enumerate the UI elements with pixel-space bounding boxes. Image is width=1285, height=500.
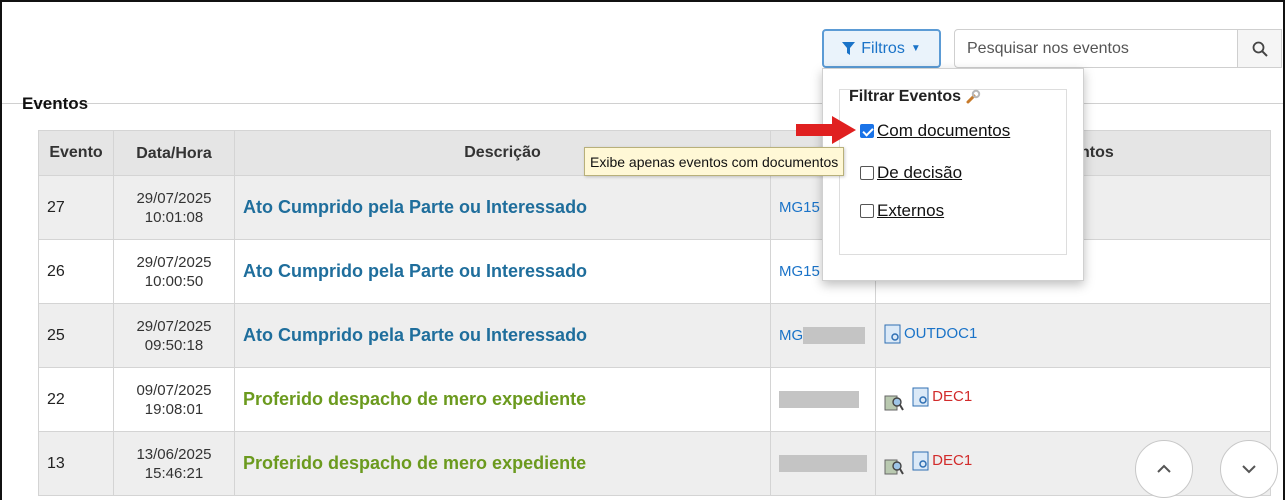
search-input[interactable]: Pesquisar nos eventos [954, 29, 1238, 68]
events-table: Evento Data/Hora Descrição ntos 27 29/07… [38, 130, 1271, 496]
filtros-label: Filtros [861, 39, 905, 57]
event-description-link[interactable]: Ato Cumprido pela Parte ou Interessado [234, 239, 771, 304]
scroll-up-button[interactable] [1135, 440, 1193, 498]
filter-option-com-documentos[interactable]: Com documentos [860, 121, 1010, 141]
scroll-down-button[interactable] [1220, 440, 1278, 498]
document-icon [912, 451, 929, 471]
cell-evento: 27 [38, 175, 114, 240]
wrench-icon [966, 89, 981, 104]
section-title: Eventos [22, 94, 89, 113]
document-link[interactable]: DEC1 [912, 387, 972, 407]
filter-option-de-decisao[interactable]: De decisão [860, 163, 962, 183]
header-data-hora[interactable]: Data/Hora [113, 130, 235, 176]
event-description-link[interactable]: Ato Cumprido pela Parte ou Interessado [234, 175, 771, 240]
header-evento[interactable]: Evento [38, 130, 114, 176]
magnifier-document-icon[interactable] [884, 458, 904, 476]
table-row[interactable]: 25 29/07/2025 09:50:18 Ato Cumprido pela … [38, 303, 1271, 368]
chevron-up-icon [1157, 464, 1171, 473]
user-link[interactable]: MG [779, 327, 803, 344]
document-link[interactable]: OUTDOC1 [884, 324, 977, 344]
chevron-down-icon [1242, 465, 1256, 474]
cell-evento: 26 [38, 239, 114, 304]
cell-data-hora: 13/06/2025 15:46:21 [113, 431, 235, 496]
search-placeholder: Pesquisar nos eventos [967, 39, 1129, 57]
cell-documentos: OUTDOC1 [875, 303, 1271, 368]
event-description-link[interactable]: Proferido despacho de mero expediente [234, 431, 771, 496]
cell-data-hora: 29/07/2025 09:50:18 [113, 303, 235, 368]
search-icon [1252, 41, 1268, 57]
event-description-link[interactable]: Proferido despacho de mero expediente [234, 367, 771, 432]
checkbox-checked[interactable] [860, 124, 874, 138]
table-row[interactable]: 22 09/07/2025 19:08:01 Proferido despacho… [38, 367, 1271, 432]
cell-evento: 13 [38, 431, 114, 496]
checkbox-unchecked[interactable] [860, 166, 874, 180]
filter-menu-title: Filtrar Eventos [849, 88, 981, 106]
search-button[interactable] [1238, 29, 1282, 68]
table-row[interactable]: 13 13/06/2025 15:46:21 Proferido despacho… [38, 431, 1271, 496]
event-description-link[interactable]: Ato Cumprido pela Parte ou Interessado [234, 303, 771, 368]
document-icon [884, 324, 901, 343]
red-arrow-icon [796, 116, 856, 144]
cell-documentos: DEC1 [875, 367, 1271, 432]
filtros-button[interactable]: Filtros ▼ [822, 29, 941, 68]
user-cell [770, 367, 876, 432]
user-cell [770, 431, 876, 496]
redacted-block [779, 391, 859, 409]
filter-icon [842, 41, 856, 55]
redacted-block [779, 455, 867, 473]
user-cell: MG [770, 303, 876, 368]
magnifier-document-icon[interactable] [884, 394, 904, 412]
cell-data-hora: 09/07/2025 19:08:01 [113, 367, 235, 432]
filter-option-externos[interactable]: Externos [860, 201, 944, 221]
redacted-block [803, 327, 866, 345]
caret-down-icon: ▼ [910, 43, 921, 54]
cell-evento: 25 [38, 303, 114, 368]
header-divider [2, 103, 1283, 104]
tooltip: Exibe apenas eventos com documentos [584, 147, 845, 176]
table-row[interactable]: 27 29/07/2025 10:01:08 Ato Cumprido pela … [38, 175, 1271, 240]
document-icon [912, 387, 929, 407]
table-row[interactable]: 26 29/07/2025 10:00:50 Ato Cumprido pela … [38, 239, 1271, 304]
cell-evento: 22 [38, 367, 114, 432]
checkbox-unchecked[interactable] [860, 204, 874, 218]
cell-documentos: DEC1 [875, 431, 1271, 496]
document-link[interactable]: DEC1 [912, 451, 972, 471]
cell-data-hora: 29/07/2025 10:01:08 [113, 175, 235, 240]
cell-data-hora: 29/07/2025 10:00:50 [113, 239, 235, 304]
